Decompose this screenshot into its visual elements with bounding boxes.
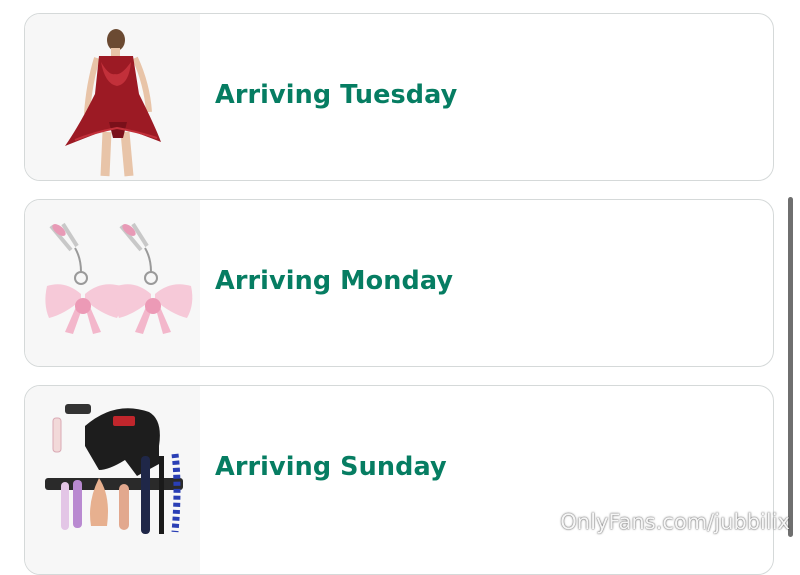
pink-bow-clamps-product-image	[45, 222, 193, 334]
delivery-status[interactable]: Arriving Monday	[215, 266, 453, 296]
product-thumbnail[interactable]	[25, 386, 200, 574]
product-thumbnail[interactable]	[25, 200, 200, 366]
watermark: OnlyFans.com/jubbilix	[560, 510, 790, 534]
product-thumbnail[interactable]	[25, 14, 200, 180]
order-card[interactable]: Arriving Monday	[24, 199, 774, 367]
delivery-status[interactable]: Arriving Sunday	[215, 452, 447, 482]
order-card[interactable]: Arriving Tuesday	[24, 13, 774, 181]
machine-attachments-product-image	[45, 404, 183, 534]
delivery-status[interactable]: Arriving Tuesday	[215, 80, 457, 110]
scrollbar[interactable]	[788, 197, 793, 537]
order-card[interactable]: Arriving Sunday	[24, 385, 774, 575]
red-lingerie-product-image	[65, 29, 161, 177]
